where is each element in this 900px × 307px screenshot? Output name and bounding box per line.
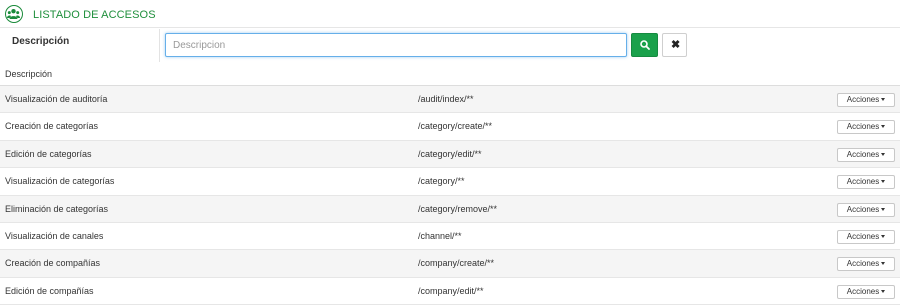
access-table: Visualización de auditoría /audit/index/… bbox=[0, 86, 900, 306]
clear-button[interactable]: ✖ bbox=[662, 33, 687, 57]
row-description: Creación de compañías bbox=[5, 258, 101, 269]
row-description: Edición de compañías bbox=[5, 285, 94, 296]
acciones-label: Acciones bbox=[846, 231, 880, 241]
acciones-button[interactable]: Acciones bbox=[837, 120, 895, 135]
table-row: Edición de categorías /category/edit/** … bbox=[0, 140, 900, 169]
acciones-label: Acciones bbox=[846, 95, 880, 104]
table-row: Creación de categorías /category/create/… bbox=[0, 113, 900, 141]
table-row: Creación de compañías /company/create/**… bbox=[0, 250, 900, 278]
row-path: /company/edit/** bbox=[418, 285, 484, 296]
row-description: Visualización de auditoría bbox=[5, 94, 108, 104]
row-description: Edición de categorías bbox=[5, 148, 92, 159]
acciones-button[interactable]: Acciones bbox=[837, 202, 895, 217]
acciones-label: Acciones bbox=[846, 259, 880, 269]
table-row: Edición de compañías /company/edit/** Ac… bbox=[0, 278, 900, 306]
caret-down-icon bbox=[881, 98, 886, 101]
row-path: /channel/** bbox=[418, 230, 462, 241]
acciones-label: Acciones bbox=[846, 122, 880, 132]
table-row: Visualización de auditoría /audit/index/… bbox=[0, 86, 900, 114]
row-description: Eliminación de categorías bbox=[5, 203, 109, 214]
page-header: LISTADO DE ACCESOS bbox=[0, 0, 900, 28]
acciones-label: Acciones bbox=[846, 204, 880, 214]
row-description: Creación de categorías bbox=[5, 121, 99, 132]
users-group-icon bbox=[5, 5, 23, 23]
row-path: /category/** bbox=[418, 176, 465, 187]
filter-bar: Descripción ✖ bbox=[0, 29, 900, 62]
acciones-button[interactable]: Acciones bbox=[837, 257, 895, 272]
row-path: /category/create/** bbox=[418, 121, 493, 132]
row-path: /company/create/** bbox=[418, 258, 495, 269]
search-button[interactable] bbox=[631, 33, 658, 57]
acciones-button[interactable]: Acciones bbox=[837, 284, 895, 299]
search-icon bbox=[640, 40, 650, 50]
table-header: Descripción bbox=[0, 62, 900, 86]
acciones-button[interactable]: Acciones bbox=[837, 93, 895, 107]
column-header-description: Descripción bbox=[5, 69, 53, 79]
filter-label-text: Descripción bbox=[12, 36, 70, 47]
caret-down-icon bbox=[881, 125, 886, 129]
row-path: /category/remove/** bbox=[418, 203, 498, 214]
row-description: Visualización de categorías bbox=[5, 176, 115, 187]
table-row: Eliminación de categorías /category/remo… bbox=[0, 195, 900, 223]
acciones-label: Acciones bbox=[846, 177, 880, 187]
row-path: /audit/index/** bbox=[418, 94, 474, 104]
close-icon: ✖ bbox=[671, 39, 681, 51]
row-path: /category/edit/** bbox=[418, 148, 482, 159]
table-row: Visualización de canales /channel/** Acc… bbox=[0, 223, 900, 251]
table-row: Visualización de categorías /category/**… bbox=[0, 168, 900, 196]
caret-down-icon bbox=[881, 207, 886, 211]
search-input[interactable] bbox=[165, 33, 627, 57]
caret-down-icon bbox=[881, 262, 886, 266]
caret-down-icon bbox=[881, 152, 886, 156]
filter-label: Descripción bbox=[0, 29, 160, 62]
acciones-label: Acciones bbox=[846, 149, 880, 159]
page-title: LISTADO DE ACCESOS bbox=[33, 9, 156, 21]
caret-down-icon bbox=[881, 234, 886, 238]
caret-down-icon bbox=[881, 180, 886, 184]
caret-down-icon bbox=[881, 289, 886, 293]
row-description: Visualización de canales bbox=[5, 230, 104, 241]
acciones-button[interactable]: Acciones bbox=[837, 229, 895, 244]
acciones-label: Acciones bbox=[846, 286, 880, 296]
acciones-button[interactable]: Acciones bbox=[837, 147, 895, 162]
acciones-button[interactable]: Acciones bbox=[837, 175, 895, 190]
